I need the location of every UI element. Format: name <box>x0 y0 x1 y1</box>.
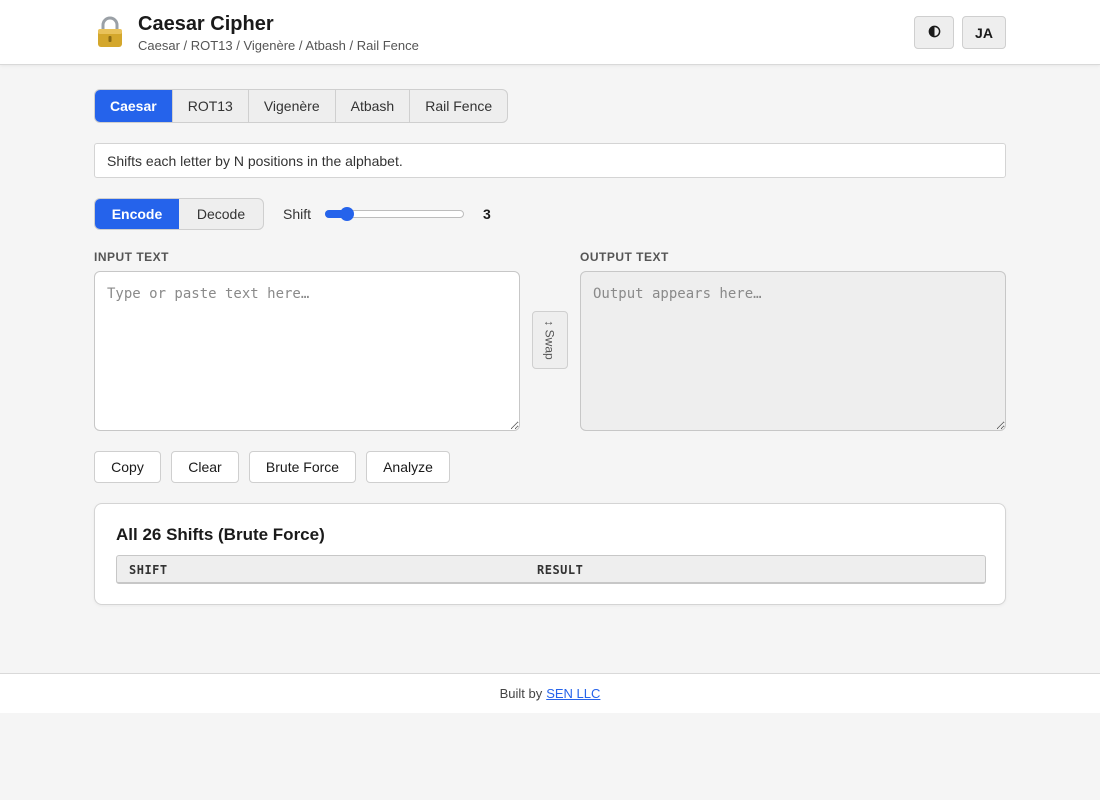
brute-force-button[interactable]: Brute Force <box>249 451 356 483</box>
clear-button[interactable]: Clear <box>171 451 239 483</box>
brute-force-panel: All 26 Shifts (Brute Force) SHIFT RESULT <box>94 503 1006 605</box>
footer-text: Built by <box>499 686 543 701</box>
half-circle-contrast-icon <box>928 25 941 41</box>
input-text-label: INPUT TEXT <box>94 250 170 264</box>
copy-button[interactable]: Copy <box>94 451 161 483</box>
tab-atbash[interactable]: Atbash <box>336 90 411 122</box>
cipher-description: Shifts each letter by N positions in the… <box>94 143 1006 178</box>
brute-force-title: All 26 Shifts (Brute Force) <box>116 525 325 544</box>
footer: Built by SEN LLC <box>0 673 1100 713</box>
decode-button[interactable]: Decode <box>179 199 263 229</box>
shift-slider[interactable] <box>325 207 464 221</box>
cipher-tabs: Caesar ROT13 Vigenère Atbash Rail Fence <box>94 89 509 123</box>
output-text-label: OUTPUT TEXT <box>580 250 669 264</box>
encode-button[interactable]: Encode <box>95 199 179 229</box>
swap-button[interactable]: ↕ Swap <box>532 311 568 369</box>
swap-label: ↕ Swap <box>543 320 558 360</box>
column-header-shift: SHIFT <box>129 563 168 577</box>
language-button[interactable]: JA <box>962 16 1006 49</box>
analyze-button[interactable]: Analyze <box>366 451 450 483</box>
tab-vigenere[interactable]: Vigenère <box>249 90 336 122</box>
mode-toggle: Encode Decode <box>94 198 264 230</box>
column-header-result: RESULT <box>537 563 584 577</box>
lock-icon <box>96 16 124 48</box>
footer-link[interactable]: SEN LLC <box>546 686 600 701</box>
shift-value: 3 <box>483 206 491 222</box>
tab-rail-fence[interactable]: Rail Fence <box>410 90 507 122</box>
slider-thumb[interactable] <box>340 207 354 221</box>
brute-force-table: SHIFT RESULT <box>116 555 986 584</box>
output-textarea[interactable] <box>580 271 1006 431</box>
input-textarea[interactable] <box>94 271 520 431</box>
shift-label: Shift <box>283 206 312 222</box>
theme-toggle-button[interactable] <box>914 16 954 49</box>
tab-caesar[interactable]: Caesar <box>95 90 173 122</box>
tab-rot13[interactable]: ROT13 <box>173 90 249 122</box>
app-title: Caesar Cipher <box>138 13 274 35</box>
app-header: Caesar Cipher Caesar / ROT13 / Vigenère … <box>0 0 1100 65</box>
app-subtitle: Caesar / ROT13 / Vigenère / Atbash / Rai… <box>138 38 419 53</box>
